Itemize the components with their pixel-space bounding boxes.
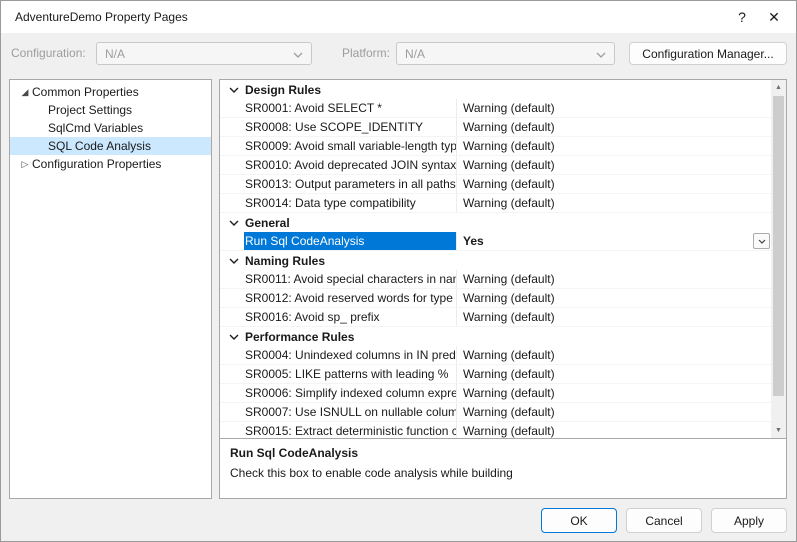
group-header-performance-rules[interactable]: Performance Rules bbox=[220, 327, 771, 346]
expanded-arrow-icon[interactable]: ◢ bbox=[18, 87, 32, 98]
property-row-sr0009-avoid-small-variable-length-typ[interactable]: SR0009: Avoid small variable-length typW… bbox=[220, 137, 771, 156]
description-text: Check this box to enable code analysis w… bbox=[230, 466, 776, 480]
tree-item-label: SqlCmd Variables bbox=[48, 121, 143, 135]
property-grid-rows: Design RulesSR0001: Avoid SELECT *Warnin… bbox=[220, 80, 771, 438]
scroll-up-icon[interactable]: ▲ bbox=[771, 80, 786, 95]
tree-item-project-settings[interactable]: Project Settings bbox=[10, 101, 211, 119]
chevron-down-icon bbox=[596, 47, 606, 61]
property-value-cell[interactable]: Warning (default) bbox=[457, 118, 771, 136]
scroll-down-icon[interactable]: ▼ bbox=[771, 423, 786, 438]
property-value-cell[interactable]: Warning (default) bbox=[457, 403, 771, 421]
property-row-sr0004-unindexed-columns-in-in-predic[interactable]: SR0004: Unindexed columns in IN predicWa… bbox=[220, 346, 771, 365]
property-value-cell[interactable]: Warning (default) bbox=[457, 422, 771, 438]
group-header-general[interactable]: General bbox=[220, 213, 771, 232]
property-name-cell[interactable]: SR0008: Use SCOPE_IDENTITY bbox=[220, 118, 457, 136]
apply-button[interactable]: Apply bbox=[711, 508, 787, 533]
group-header-label: Performance Rules bbox=[245, 330, 354, 344]
scrollbar-thumb[interactable] bbox=[773, 96, 784, 396]
property-row-sr0014-data-type-compatibility[interactable]: SR0014: Data type compatibilityWarning (… bbox=[220, 194, 771, 213]
property-value-cell[interactable]: Warning (default) bbox=[457, 175, 771, 193]
property-row-sr0007-use-isnull-on-nullable-column[interactable]: SR0007: Use ISNULL on nullable columnWar… bbox=[220, 403, 771, 422]
window-title: AdventureDemo Property Pages bbox=[15, 10, 188, 24]
property-row-sr0011-avoid-special-characters-in-nam[interactable]: SR0011: Avoid special characters in namW… bbox=[220, 270, 771, 289]
tree-item-label: Common Properties bbox=[32, 85, 139, 99]
group-header-label: General bbox=[245, 216, 290, 230]
property-name-cell[interactable]: SR0004: Unindexed columns in IN predic bbox=[220, 346, 457, 364]
property-value-cell[interactable]: Warning (default) bbox=[457, 194, 771, 212]
property-value-cell[interactable]: Warning (default) bbox=[457, 346, 771, 364]
tree-item-sqlcmd-variables[interactable]: SqlCmd Variables bbox=[10, 119, 211, 137]
ok-button[interactable]: OK bbox=[541, 508, 617, 533]
property-row-sr0012-avoid-reserved-words-for-type-n[interactable]: SR0012: Avoid reserved words for type nW… bbox=[220, 289, 771, 308]
group-header-design-rules[interactable]: Design Rules bbox=[220, 80, 771, 99]
property-name-cell[interactable]: SR0001: Avoid SELECT * bbox=[220, 99, 457, 117]
platform-label: Platform: bbox=[342, 42, 390, 65]
chevron-down-icon[interactable] bbox=[220, 334, 245, 340]
group-header-label: Design Rules bbox=[245, 83, 321, 97]
property-name-cell[interactable]: SR0016: Avoid sp_ prefix bbox=[220, 308, 457, 326]
platform-dropdown: N/A bbox=[396, 42, 615, 65]
configuration-manager-button[interactable]: Configuration Manager... bbox=[629, 42, 787, 65]
group-header-naming-rules[interactable]: Naming Rules bbox=[220, 251, 771, 270]
property-row-sr0016-avoid-sp-prefix[interactable]: SR0016: Avoid sp_ prefixWarning (default… bbox=[220, 308, 771, 327]
property-name-cell[interactable]: SR0012: Avoid reserved words for type n bbox=[220, 289, 457, 307]
property-name-cell[interactable]: SR0015: Extract deterministic function c… bbox=[220, 422, 457, 438]
collapsed-arrow-icon[interactable]: ▷ bbox=[18, 159, 32, 170]
property-row-sr0015-extract-deterministic-function-ca[interactable]: SR0015: Extract deterministic function c… bbox=[220, 422, 771, 438]
description-title: Run Sql CodeAnalysis bbox=[230, 446, 776, 460]
property-name-cell[interactable]: SR0013: Output parameters in all paths bbox=[220, 175, 457, 193]
property-value-cell[interactable]: Warning (default) bbox=[457, 156, 771, 174]
property-value-cell[interactable]: Warning (default) bbox=[457, 289, 771, 307]
property-row-sr0005-like-patterns-with-leading[interactable]: SR0005: LIKE patterns with leading %Warn… bbox=[220, 365, 771, 384]
help-button[interactable]: ? bbox=[726, 1, 758, 33]
property-grid: Design RulesSR0001: Avoid SELECT *Warnin… bbox=[219, 79, 787, 439]
property-row-run-sql-codeanalysis[interactable]: Run Sql CodeAnalysisYes bbox=[220, 232, 771, 251]
property-value-cell[interactable]: Warning (default) bbox=[457, 365, 771, 383]
chevron-down-icon[interactable] bbox=[220, 220, 245, 226]
property-pages-dialog: AdventureDemo Property Pages ? ✕ Configu… bbox=[0, 0, 797, 542]
tree-item-label: Configuration Properties bbox=[32, 157, 161, 171]
property-row-sr0006-simplify-indexed-column-expres[interactable]: SR0006: Simplify indexed column expresWa… bbox=[220, 384, 771, 403]
platform-value: N/A bbox=[405, 47, 425, 61]
property-name-cell[interactable]: SR0006: Simplify indexed column expres bbox=[220, 384, 457, 402]
category-tree: ◢Common Properties Project Settings SqlCmd… bbox=[9, 79, 212, 499]
chevron-down-icon[interactable] bbox=[220, 87, 245, 93]
property-row-sr0010-avoid-deprecated-join-syntax[interactable]: SR0010: Avoid deprecated JOIN syntaxWarn… bbox=[220, 156, 771, 175]
value-dropdown-button[interactable] bbox=[753, 233, 770, 249]
group-header-label: Naming Rules bbox=[245, 254, 325, 268]
property-value-cell[interactable]: Yes bbox=[457, 232, 771, 250]
tree-item-configuration-properties[interactable]: ▷Configuration Properties bbox=[10, 155, 211, 173]
property-name-cell[interactable]: Run Sql CodeAnalysis bbox=[220, 232, 457, 250]
configuration-dropdown: N/A bbox=[96, 42, 312, 65]
property-value-cell[interactable]: Warning (default) bbox=[457, 270, 771, 288]
property-row-sr0001-avoid-select[interactable]: SR0001: Avoid SELECT *Warning (default) bbox=[220, 99, 771, 118]
description-panel: Run Sql CodeAnalysis Check this box to e… bbox=[219, 438, 787, 499]
tree-item-label: SQL Code Analysis bbox=[48, 139, 151, 153]
property-name-cell[interactable]: SR0005: LIKE patterns with leading % bbox=[220, 365, 457, 383]
title-bar: AdventureDemo Property Pages ? ✕ bbox=[1, 1, 796, 33]
close-button[interactable]: ✕ bbox=[758, 1, 790, 33]
property-value-cell[interactable]: Warning (default) bbox=[457, 308, 771, 326]
property-name-cell[interactable]: SR0010: Avoid deprecated JOIN syntax bbox=[220, 156, 457, 174]
configuration-label: Configuration: bbox=[11, 42, 86, 65]
property-value-cell[interactable]: Warning (default) bbox=[457, 99, 771, 117]
cancel-button[interactable]: Cancel bbox=[626, 508, 702, 533]
tree-item-label: Project Settings bbox=[48, 103, 132, 117]
property-name-cell[interactable]: SR0007: Use ISNULL on nullable column bbox=[220, 403, 457, 421]
tree-item-common-properties[interactable]: ◢Common Properties bbox=[10, 83, 211, 101]
property-row-sr0013-output-parameters-in-all-paths[interactable]: SR0013: Output parameters in all pathsWa… bbox=[220, 175, 771, 194]
chevron-down-icon[interactable] bbox=[220, 258, 245, 264]
property-row-sr0008-use-scope-identity[interactable]: SR0008: Use SCOPE_IDENTITYWarning (defau… bbox=[220, 118, 771, 137]
property-name-cell[interactable]: SR0011: Avoid special characters in nam bbox=[220, 270, 457, 288]
property-value-cell[interactable]: Warning (default) bbox=[457, 384, 771, 402]
property-name-cell[interactable]: SR0009: Avoid small variable-length typ bbox=[220, 137, 457, 155]
tree-item-sql-code-analysis[interactable]: SQL Code Analysis bbox=[10, 137, 211, 155]
vertical-scrollbar[interactable]: ▲ ▼ bbox=[771, 80, 786, 438]
titlebar-buttons: ? ✕ bbox=[726, 1, 796, 33]
configuration-value: N/A bbox=[105, 47, 125, 61]
chevron-down-icon bbox=[293, 47, 303, 61]
property-name-cell[interactable]: SR0014: Data type compatibility bbox=[220, 194, 457, 212]
property-value-cell[interactable]: Warning (default) bbox=[457, 137, 771, 155]
